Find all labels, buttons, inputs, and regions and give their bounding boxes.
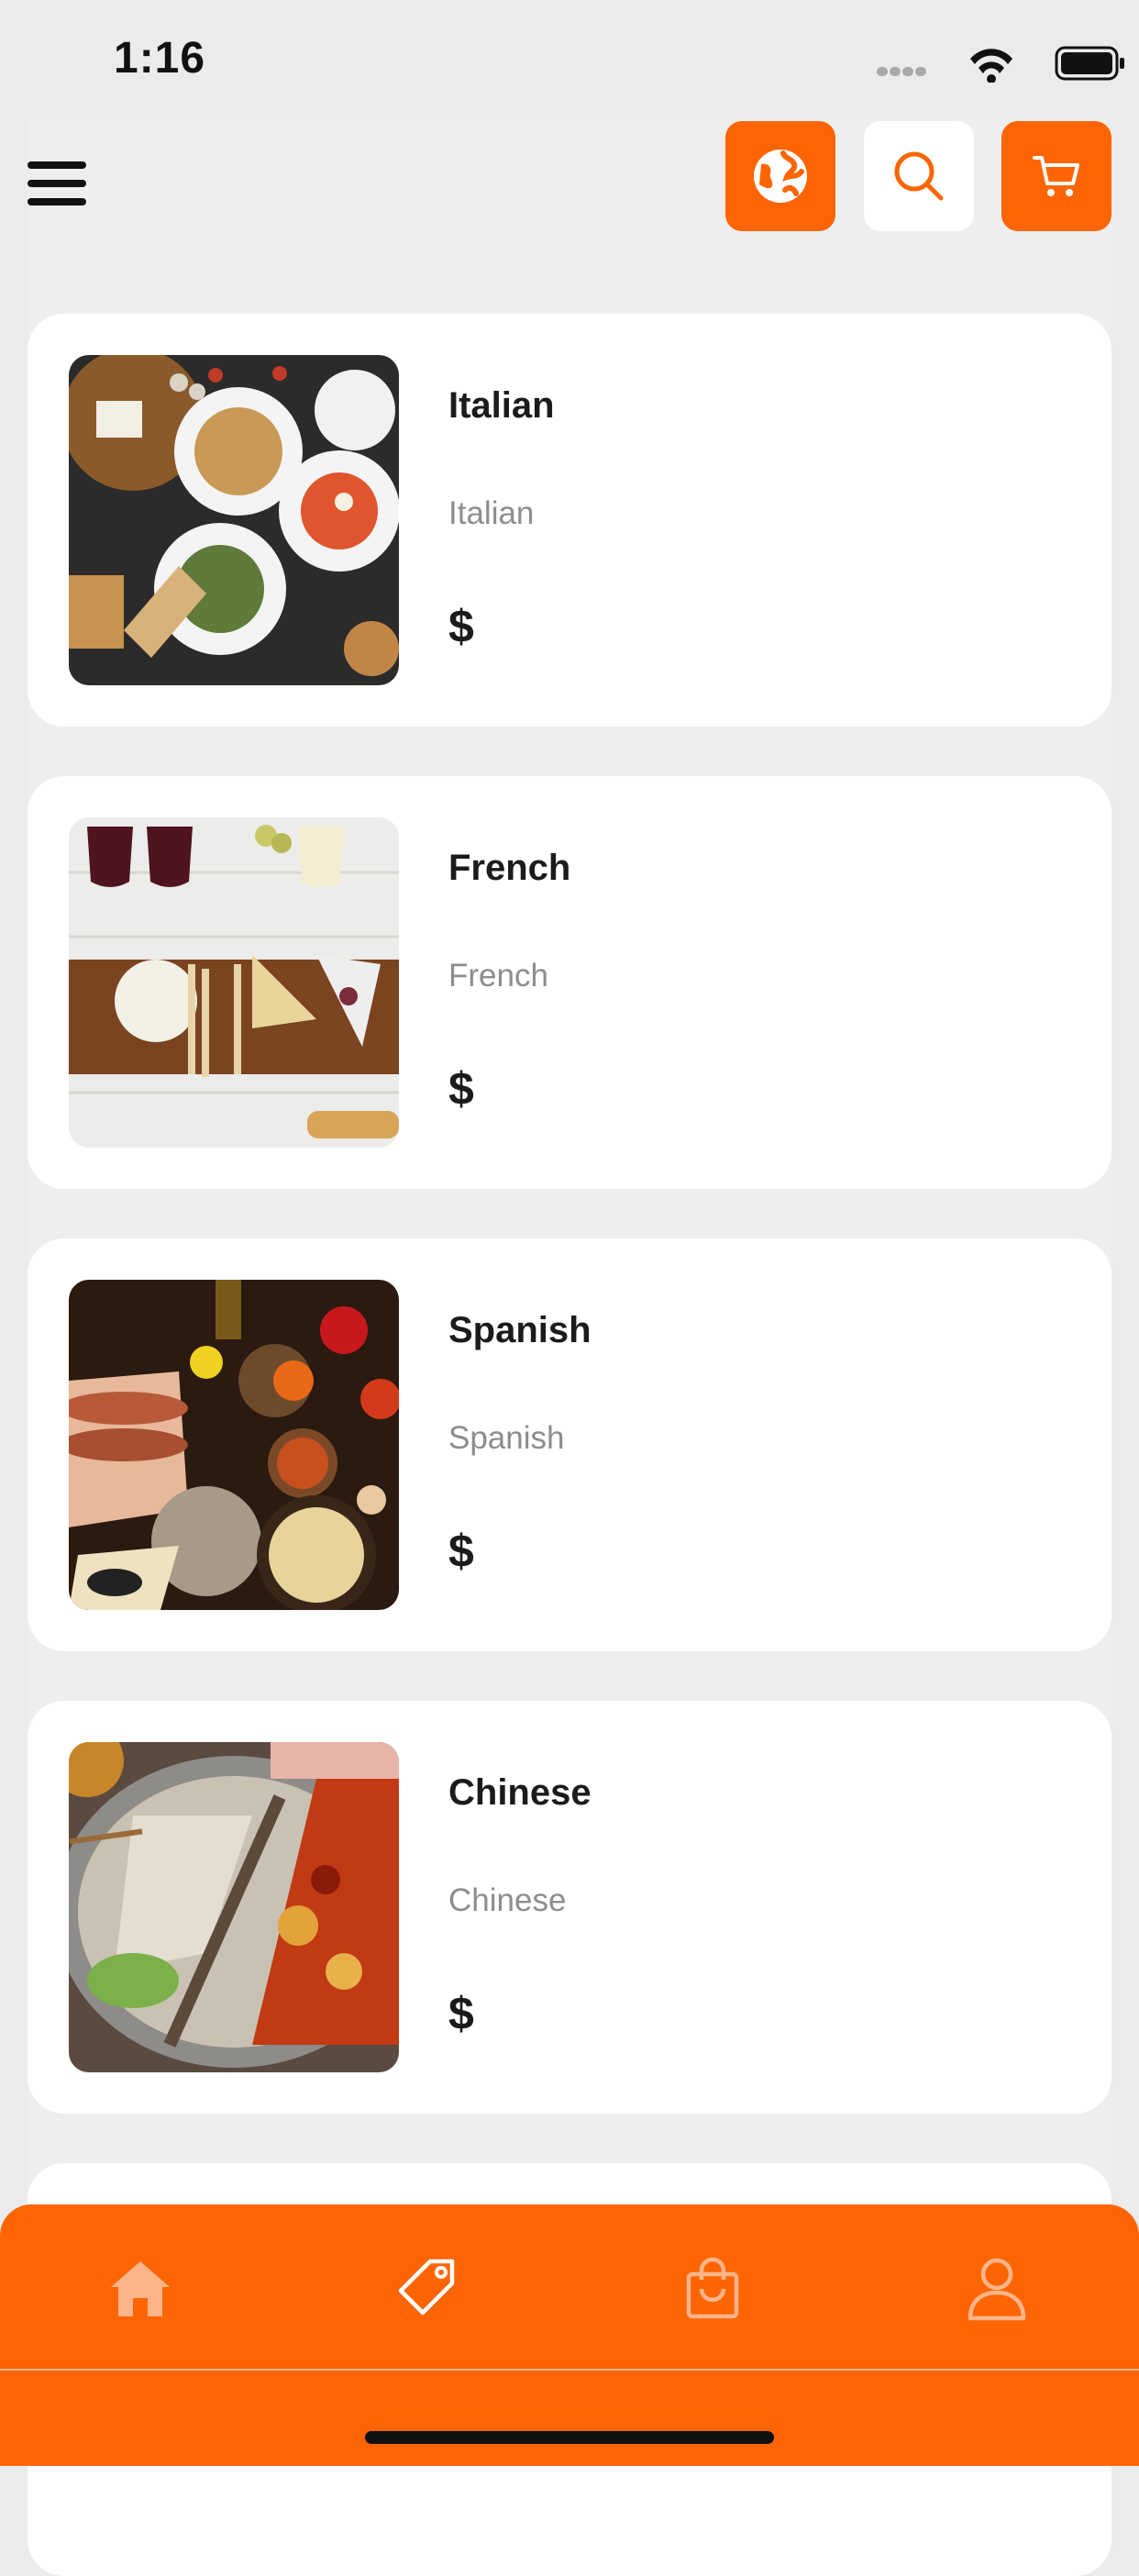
status-time: 1:16: [114, 34, 206, 83]
category-card-chinese[interactable]: Chinese Chinese $: [28, 1701, 1111, 2114]
tab-bar-divider: [0, 2369, 1139, 2371]
category-subtitle: Spanish: [448, 1420, 565, 1456]
category-title: Chinese: [448, 1772, 592, 1813]
tab-orders[interactable]: [676, 2252, 749, 2326]
category-subtitle: French: [448, 958, 548, 994]
category-price: $: [448, 601, 474, 652]
category-card-italian[interactable]: Italian Italian $: [28, 314, 1111, 727]
cart-icon: [1033, 156, 1079, 196]
bottom-tab-bar: [0, 2204, 1139, 2466]
home-indicator[interactable]: [365, 2431, 774, 2444]
signal-dots-icon: [877, 67, 926, 76]
french-food-image: [69, 817, 399, 1148]
category-title: Italian: [448, 385, 555, 426]
wifi-icon: [970, 49, 1012, 83]
tab-home[interactable]: [104, 2252, 177, 2326]
status-indicators: [877, 46, 1124, 83]
category-title: Spanish: [448, 1310, 592, 1350]
shopping-bag-icon: [686, 2257, 739, 2319]
home-icon: [111, 2261, 170, 2316]
category-price: $: [448, 1988, 474, 2039]
language-button[interactable]: [725, 121, 835, 231]
user-icon: [968, 2258, 1026, 2321]
category-price: $: [448, 1526, 474, 1577]
search-button[interactable]: [864, 121, 974, 231]
italian-food-image: [69, 355, 399, 685]
category-subtitle: Italian: [448, 495, 535, 531]
globe-icon: [754, 150, 807, 203]
category-title: French: [448, 848, 571, 888]
tab-deals[interactable]: [390, 2252, 463, 2326]
category-price: $: [448, 1063, 474, 1115]
category-card-spanish[interactable]: Spanish Spanish $: [28, 1238, 1111, 1651]
battery-icon: [1055, 46, 1124, 81]
category-card-french[interactable]: French French $: [28, 776, 1111, 1189]
tag-icon: [398, 2259, 455, 2315]
search-icon: [894, 151, 944, 201]
hamburger-menu-icon[interactable]: [28, 161, 86, 205]
category-subtitle: Chinese: [448, 1882, 567, 1918]
spanish-food-image: [69, 1280, 399, 1610]
tab-profile[interactable]: [960, 2252, 1034, 2326]
chinese-food-image: [69, 1742, 399, 2072]
cart-button[interactable]: [1001, 121, 1111, 231]
